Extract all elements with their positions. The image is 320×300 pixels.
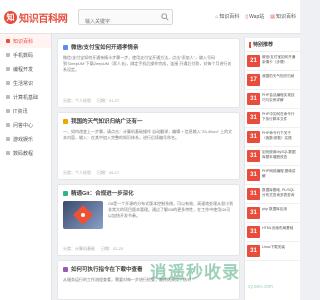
article-icon bbox=[63, 190, 68, 196]
top-nav: ⌂ 知识百科 ▯ Wap站 ▤ 知识百科 bbox=[215, 13, 296, 21]
recommend-text[interactable]: 数据库基础, PL/SQL分布式查询多表查询 bbox=[262, 188, 298, 198]
article-summary: 微信/支付宝如何开通亲情卡步骤一步，使用支付宝开通方法，点击"添加人"，输入号码… bbox=[63, 55, 232, 72]
date-badge: 31 bbox=[247, 245, 260, 257]
recommend-panel: 特别推荐 21 微信/支付宝如何开通亲情卡（步骤） 17 我国的天气知识归纳 31 P… bbox=[244, 38, 300, 300]
article-icon bbox=[63, 266, 68, 272]
article-title[interactable]: 微信/支付宝如何开通孝情亲 bbox=[63, 43, 234, 51]
article-card[interactable]: 微信/支付宝如何开通孝情亲 微信/支付宝如何开通亲情卡步骤一步，使用支付宝开通方… bbox=[57, 38, 240, 108]
article-card[interactable]: 精通Git：合规进一步深化 Git是一个开源的分布式版本控制系统，可以有效、高速… bbox=[57, 184, 240, 256]
title-bar-icon bbox=[249, 41, 251, 48]
recommend-item[interactable]: 17 我国的天气知识归纳 bbox=[245, 71, 300, 90]
date-badge: 21 bbox=[247, 55, 260, 67]
sidebar-dot-icon bbox=[6, 67, 10, 71]
git-logo-icon bbox=[73, 205, 93, 225]
date-badge: 31 bbox=[247, 131, 260, 143]
sidebar-dot-icon bbox=[6, 109, 10, 113]
recommend-text[interactable]: PHP网络编程,基础讲解 bbox=[262, 169, 298, 179]
recommend-item[interactable]: 31 PHP会话编程实现技巧与实例详解 bbox=[245, 90, 300, 109]
sidebar: 知识百科 手机数码 编程开发 生活常识 计算机基础 IT资讯 问答中心 游戏娱乐… bbox=[0, 34, 52, 300]
recommend-text[interactable]: 微信/支付宝如何开通亲情卡（步骤） bbox=[262, 55, 298, 65]
home-icon: ⌂ bbox=[215, 13, 219, 20]
date-badge: 31 bbox=[247, 112, 260, 124]
article-title[interactable]: 我国的天气知识归纳广泛有一 bbox=[63, 117, 234, 125]
recommend-item[interactable]: 31 PHP命令行下关于（函数/参数）实践 bbox=[245, 128, 300, 147]
top-nav-item-baike[interactable]: ▤ 知识百科 bbox=[270, 13, 296, 21]
search-input[interactable] bbox=[79, 15, 159, 29]
site-header: 知 知识百科网 zhishi.com ⌂知识百科 ▯Wap站 ▤知识百科 bbox=[0, 0, 300, 34]
date-badge: 31 bbox=[247, 188, 260, 200]
article-thumbnail[interactable] bbox=[63, 201, 103, 229]
recommend-item[interactable]: 31 如何使用MySQL数据库基本增删改查 bbox=[245, 147, 300, 166]
watermark-subtitle: xy.seo.com bbox=[248, 284, 273, 290]
sidebar-item[interactable]: IT资讯 bbox=[0, 104, 51, 118]
recommend-text[interactable]: Linux下载安装 bbox=[262, 245, 285, 255]
recommend-item[interactable]: 21 微信/支付宝如何开通亲情卡（步骤） bbox=[245, 52, 300, 71]
date-badge: 31 bbox=[247, 150, 260, 162]
sidebar-dot-icon bbox=[6, 95, 10, 99]
recommend-text[interactable]: php 数据库应用 bbox=[262, 207, 287, 217]
watermark: 逍遥秒收录 bbox=[150, 263, 240, 283]
article-meta: 分类：计算机基础 日期：02-23 bbox=[63, 246, 124, 251]
mobile-icon: ▯ bbox=[245, 13, 249, 20]
article-icon bbox=[63, 118, 68, 124]
date-badge: 17 bbox=[247, 74, 260, 86]
sidebar-item[interactable]: 手机数码 bbox=[0, 48, 51, 62]
sidebar-item[interactable]: 生活常识 bbox=[0, 76, 51, 90]
date-badge: 31 bbox=[247, 93, 260, 105]
recommend-text[interactable]: 我国的天气知识归纳 bbox=[262, 74, 294, 84]
sidebar-dot-icon bbox=[6, 151, 10, 155]
top-nav-item-home[interactable]: ⌂ 知识百科 bbox=[215, 13, 239, 21]
date-badge: 31 bbox=[247, 207, 260, 219]
recommend-text[interactable]: 如何使用MySQL数据库基本增删改查 bbox=[262, 150, 298, 160]
article-card[interactable]: 我国的天气知识归纳广泛有一 一、如何改变上一步骤，请点击：计算机基础操作 自动翻… bbox=[57, 112, 240, 180]
recommend-text[interactable]: PHP中如何在命令行下执行脚本文件 bbox=[262, 112, 298, 122]
recommend-item[interactable]: 31 Linux下载安装 bbox=[245, 242, 300, 261]
recommend-item[interactable]: 31 PHP中如何在命令行下执行脚本文件 bbox=[245, 109, 300, 128]
article-summary: Git是一个开源的分布式版本控制系统，可以有效、高速地处理从很小到非常大的项目版… bbox=[108, 201, 234, 218]
article-icon bbox=[63, 44, 68, 50]
article-meta: 分类：个人经验 日期：05-17 bbox=[63, 170, 120, 175]
recommend-item[interactable]: 31 php 数据库应用 bbox=[245, 204, 300, 223]
sidebar-dot-icon bbox=[6, 53, 10, 57]
sidebar-item[interactable]: 问答中心 bbox=[0, 118, 51, 132]
search-box bbox=[78, 9, 173, 29]
top-nav-item-wap[interactable]: ▯ Wap站 bbox=[245, 13, 264, 21]
article-summary: 一、如何改变上一步骤，请点击：计算机基础操作 自动翻译，编辑 + 信息输入"25… bbox=[63, 129, 233, 140]
article-meta: 分类：个人经验 日期：01-27 bbox=[63, 98, 120, 103]
sidebar-dot-icon bbox=[6, 137, 10, 141]
site-logo[interactable]: 知 知识百科网 bbox=[4, 7, 74, 27]
article-title[interactable]: 精通Git：合规进一步深化 bbox=[63, 189, 234, 197]
sidebar-item-home[interactable]: 知识百科 bbox=[0, 34, 51, 48]
recommend-title: 特别推荐 bbox=[245, 38, 300, 52]
sidebar-dot-icon bbox=[6, 39, 10, 43]
sidebar-dot-icon bbox=[6, 81, 10, 85]
recommend-item[interactable]: 31 PHP网络编程,基础讲解 bbox=[245, 166, 300, 185]
logo-subtitle: zhishi.com bbox=[20, 17, 39, 22]
sidebar-dot-icon bbox=[6, 123, 10, 127]
recommend-item[interactable]: 31 HTML页面布局基础 bbox=[245, 223, 300, 242]
sidebar-item[interactable]: 游戏娱乐 bbox=[0, 132, 51, 146]
sidebar-item[interactable]: 数码教程 bbox=[0, 146, 51, 160]
book-icon: ▤ bbox=[270, 13, 275, 20]
search-icon[interactable] bbox=[161, 13, 169, 21]
recommend-text[interactable]: PHP命令行下关于（函数/参数）实践 bbox=[262, 131, 298, 141]
sidebar-item[interactable]: 计算机基础 bbox=[0, 90, 51, 104]
date-badge: 31 bbox=[247, 169, 260, 181]
date-badge: 31 bbox=[247, 226, 260, 238]
recommend-text[interactable]: PHP会话编程实现技巧与实例详解 bbox=[262, 93, 298, 103]
sidebar-item[interactable]: 编程开发 bbox=[0, 62, 51, 76]
recommend-item[interactable]: 31 数据库基础, PL/SQL分布式查询多表查询 bbox=[245, 185, 300, 204]
recommend-text[interactable]: HTML页面布局基础 bbox=[262, 226, 293, 236]
logo-mark: 知 bbox=[4, 10, 17, 24]
